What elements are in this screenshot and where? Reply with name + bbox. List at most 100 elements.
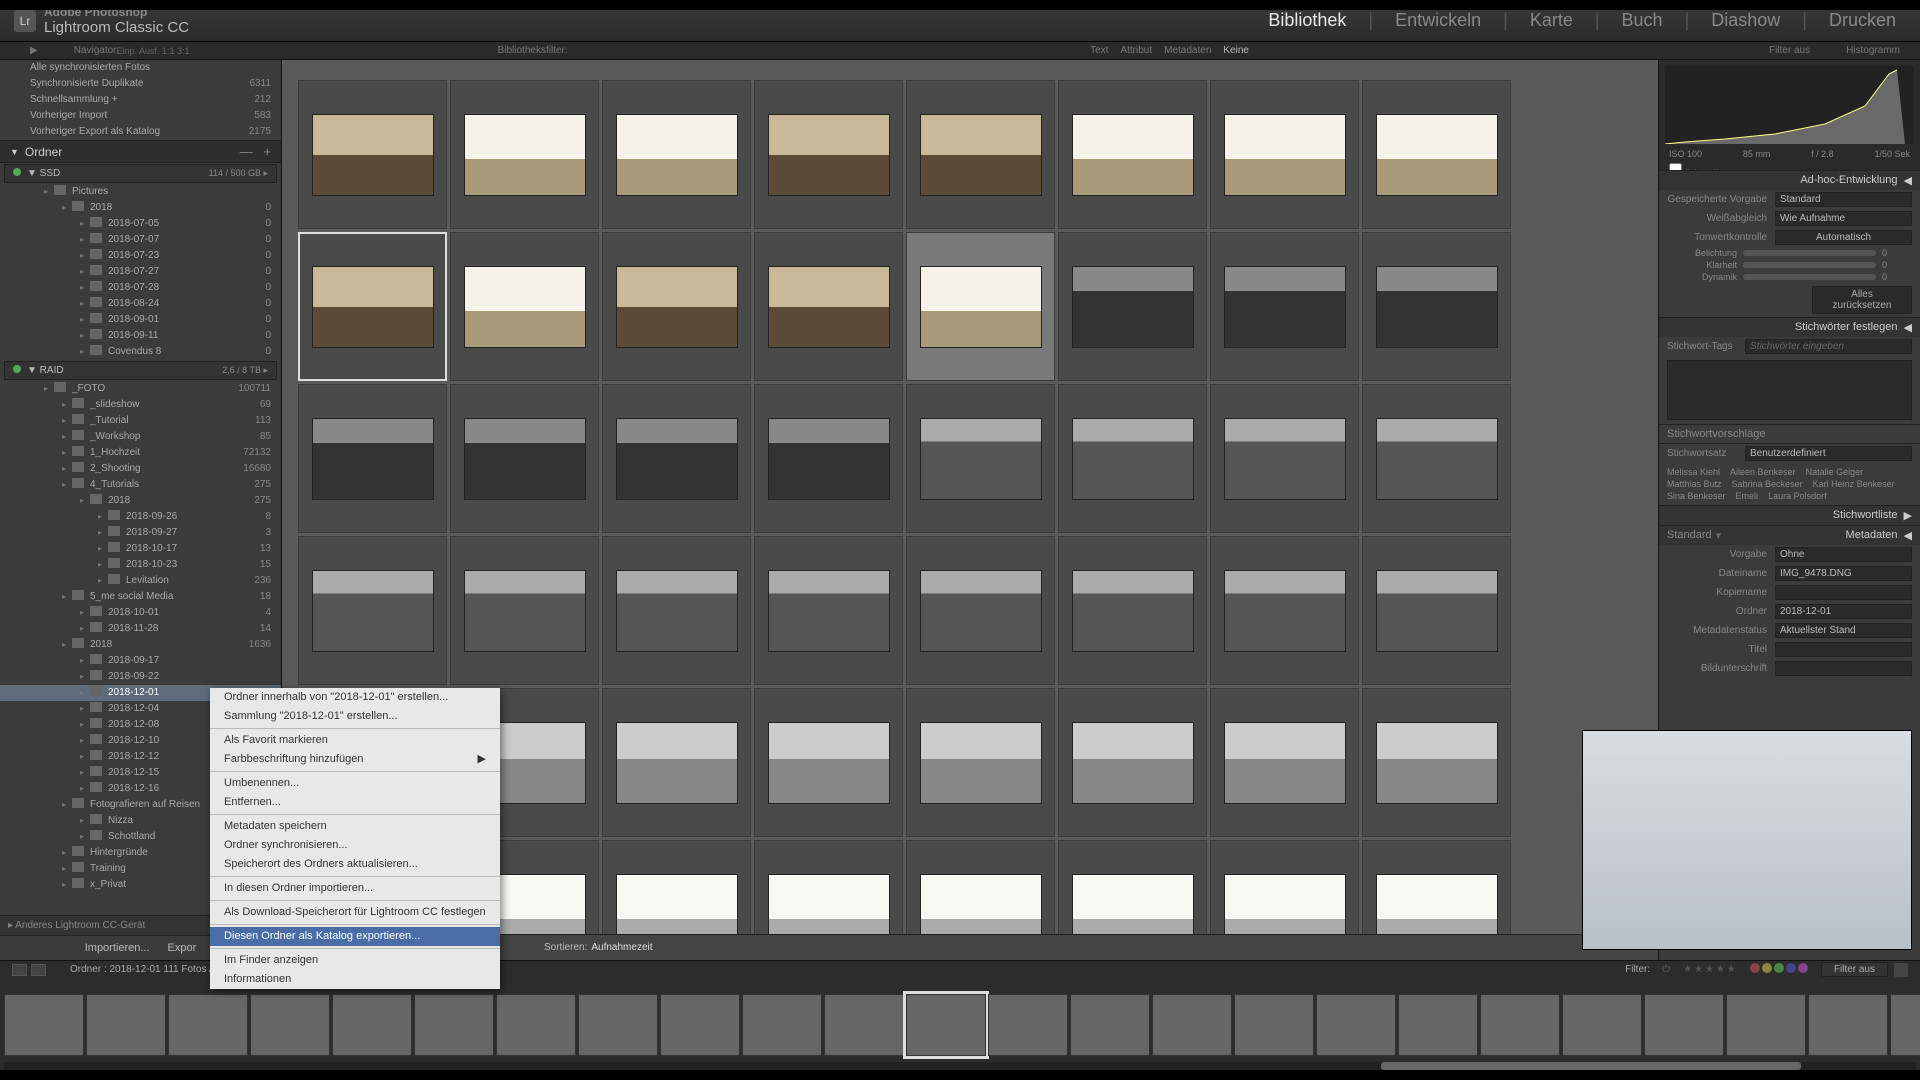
folder-row[interactable]: ▸Pictures bbox=[0, 184, 281, 200]
folder-row[interactable]: ▸2018-09-110 bbox=[0, 328, 281, 344]
grid-cell[interactable] bbox=[1362, 840, 1511, 940]
ctx-item[interactable]: Farbbeschriftung hinzufügen▶ bbox=[210, 750, 500, 769]
grid-cell[interactable] bbox=[906, 80, 1055, 229]
folder-row[interactable]: ▸2018-07-280 bbox=[0, 280, 281, 296]
grid-cell[interactable] bbox=[1362, 232, 1511, 381]
folder-row[interactable]: ▸2018-08-240 bbox=[0, 296, 281, 312]
filmstrip-scrollbar[interactable] bbox=[4, 1062, 1916, 1070]
folder-row[interactable]: ▸2018-07-230 bbox=[0, 248, 281, 264]
grid-cell[interactable] bbox=[1210, 536, 1359, 685]
grid-cell[interactable] bbox=[754, 688, 903, 837]
grid-cell[interactable] bbox=[754, 840, 903, 940]
grid-cell[interactable] bbox=[906, 688, 1055, 837]
filter-off[interactable]: Filter aus bbox=[1769, 45, 1810, 56]
collection-row[interactable]: Vorheriger Export als Katalog2175 bbox=[0, 124, 281, 140]
reset-button[interactable]: Alles zurücksetzen bbox=[1812, 286, 1912, 314]
folder-row[interactable]: ▸_Workshop85 bbox=[0, 429, 281, 445]
person-tag[interactable]: Laura Polsdorf bbox=[1768, 491, 1827, 501]
ctx-item[interactable]: Als Download-Speicherort für Lightroom C… bbox=[210, 903, 500, 922]
filmstrip-thumb[interactable] bbox=[250, 994, 330, 1056]
adhoc-header[interactable]: Ad-hoc-Entwicklung ◀ bbox=[1659, 171, 1920, 190]
grid-cell[interactable] bbox=[1058, 232, 1207, 381]
ctx-item[interactable]: Ordner innerhalb von "2018-12-01" erstel… bbox=[210, 688, 500, 707]
filmstrip-thumb[interactable] bbox=[168, 994, 248, 1056]
ctx-item[interactable]: Entfernen... bbox=[210, 793, 500, 812]
collection-row[interactable]: Alle synchronisierten Fotos bbox=[0, 60, 281, 76]
preset-select[interactable]: Standard bbox=[1775, 192, 1912, 207]
wb-select[interactable]: Wie Aufnahme bbox=[1775, 211, 1912, 226]
folder-row[interactable]: ▸2018-09-268 bbox=[0, 509, 281, 525]
metadata-header[interactable]: Standard▾Metadaten ◀ bbox=[1659, 526, 1920, 545]
collection-row[interactable]: Synchronisierte Duplikate6311 bbox=[0, 76, 281, 92]
folder-row[interactable]: ▸4_Tutorials275 bbox=[0, 477, 281, 493]
slider-klarheit[interactable]: Klarheit0 bbox=[1659, 259, 1920, 271]
folder-row[interactable]: ▸_slideshow69 bbox=[0, 397, 281, 413]
grid-cell[interactable] bbox=[1210, 688, 1359, 837]
grid-cell[interactable] bbox=[450, 536, 599, 685]
filmstrip-thumb[interactable] bbox=[1808, 994, 1888, 1056]
folder-row[interactable]: ▸2018-09-17 bbox=[0, 653, 281, 669]
slider-dynamik[interactable]: Dynamik0 bbox=[1659, 271, 1920, 283]
ctx-item[interactable]: Umbenennen... bbox=[210, 774, 500, 793]
filmstrip-thumb[interactable] bbox=[824, 994, 904, 1056]
folder-row[interactable]: ▸1_Hochzeit72132 bbox=[0, 445, 281, 461]
grid-cell[interactable] bbox=[602, 536, 751, 685]
grid-cell[interactable] bbox=[1058, 80, 1207, 229]
keywordset-select[interactable]: Benutzerdefiniert bbox=[1745, 446, 1912, 461]
folder-row[interactable]: ▸_FOTO100711 bbox=[0, 381, 281, 397]
folder-row[interactable]: ▸2018275 bbox=[0, 493, 281, 509]
grid-cell[interactable] bbox=[906, 536, 1055, 685]
folders-header[interactable]: ▼ Ordner — + bbox=[0, 140, 281, 163]
folder-row[interactable]: ▸2018-10-1713 bbox=[0, 541, 281, 557]
module-entwickeln[interactable]: Entwickeln bbox=[1385, 10, 1491, 31]
grid-cell[interactable] bbox=[906, 840, 1055, 940]
grid-cell[interactable] bbox=[1058, 840, 1207, 940]
slider-belichtung[interactable]: Belichtung0 bbox=[1659, 247, 1920, 259]
view-mode-2[interactable] bbox=[31, 964, 46, 976]
filmstrip-thumb[interactable] bbox=[332, 994, 412, 1056]
grid-cell[interactable] bbox=[602, 384, 751, 533]
volume-header[interactable]: ▼ RAID2,6 / 8 TB ▸ bbox=[4, 361, 277, 380]
color-filter[interactable] bbox=[1749, 963, 1809, 976]
module-drucken[interactable]: Drucken bbox=[1819, 10, 1906, 31]
grid-cell[interactable] bbox=[1362, 384, 1511, 533]
ctx-item[interactable]: Speicherort des Ordners aktualisieren... bbox=[210, 855, 500, 874]
module-diashow[interactable]: Diashow bbox=[1701, 10, 1790, 31]
person-tag[interactable]: Aileen Benkeser bbox=[1730, 467, 1796, 477]
sort-value[interactable]: Aufnahmezeit bbox=[591, 942, 652, 953]
filter-tab[interactable]: Text bbox=[1090, 45, 1108, 56]
nav-tri[interactable]: ▶ bbox=[30, 45, 38, 56]
grid-cell[interactable] bbox=[1362, 536, 1511, 685]
filmstrip-thumb[interactable] bbox=[1070, 994, 1150, 1056]
grid-cell[interactable] bbox=[450, 80, 599, 229]
grid-cell[interactable] bbox=[1058, 536, 1207, 685]
folder-row[interactable]: ▸20180 bbox=[0, 200, 281, 216]
folder-row[interactable]: ▸2018-07-270 bbox=[0, 264, 281, 280]
grid-cell[interactable] bbox=[298, 384, 447, 533]
filmstrip-thumb[interactable] bbox=[1316, 994, 1396, 1056]
folder-row[interactable]: ▸2_Shooting16680 bbox=[0, 461, 281, 477]
person-tag[interactable]: Sina Benkeser bbox=[1667, 491, 1726, 501]
module-bibliothek[interactable]: Bibliothek bbox=[1258, 10, 1356, 31]
filter-tab[interactable]: Keine bbox=[1223, 45, 1249, 56]
collection-row[interactable]: Vorheriger Import583 bbox=[0, 108, 281, 124]
filmstrip-thumb[interactable] bbox=[86, 994, 166, 1056]
filmstrip-thumb[interactable] bbox=[1562, 994, 1642, 1056]
grid-cell[interactable] bbox=[754, 232, 903, 381]
ctx-item[interactable]: Ordner synchronisieren... bbox=[210, 836, 500, 855]
filmstrip-thumb[interactable] bbox=[1234, 994, 1314, 1056]
filmstrip-thumb[interactable] bbox=[742, 994, 822, 1056]
grid-cell[interactable] bbox=[1210, 840, 1359, 940]
filmstrip-thumb[interactable] bbox=[988, 994, 1068, 1056]
person-tag[interactable]: Natalie Geiger bbox=[1806, 467, 1864, 477]
folder-row[interactable]: ▸2018-10-2315 bbox=[0, 557, 281, 573]
grid-cell[interactable] bbox=[1210, 232, 1359, 381]
filmstrip-thumb[interactable] bbox=[1890, 994, 1920, 1056]
grid-cell[interactable] bbox=[298, 80, 447, 229]
filmstrip[interactable] bbox=[0, 978, 1920, 1072]
filmstrip-thumb[interactable] bbox=[660, 994, 740, 1056]
ctx-item[interactable]: Diesen Ordner als Katalog exportieren... bbox=[210, 927, 500, 946]
grid-cell[interactable] bbox=[602, 688, 751, 837]
filmstrip-thumb[interactable] bbox=[414, 994, 494, 1056]
folder-row[interactable]: ▸5_me social Media18 bbox=[0, 589, 281, 605]
